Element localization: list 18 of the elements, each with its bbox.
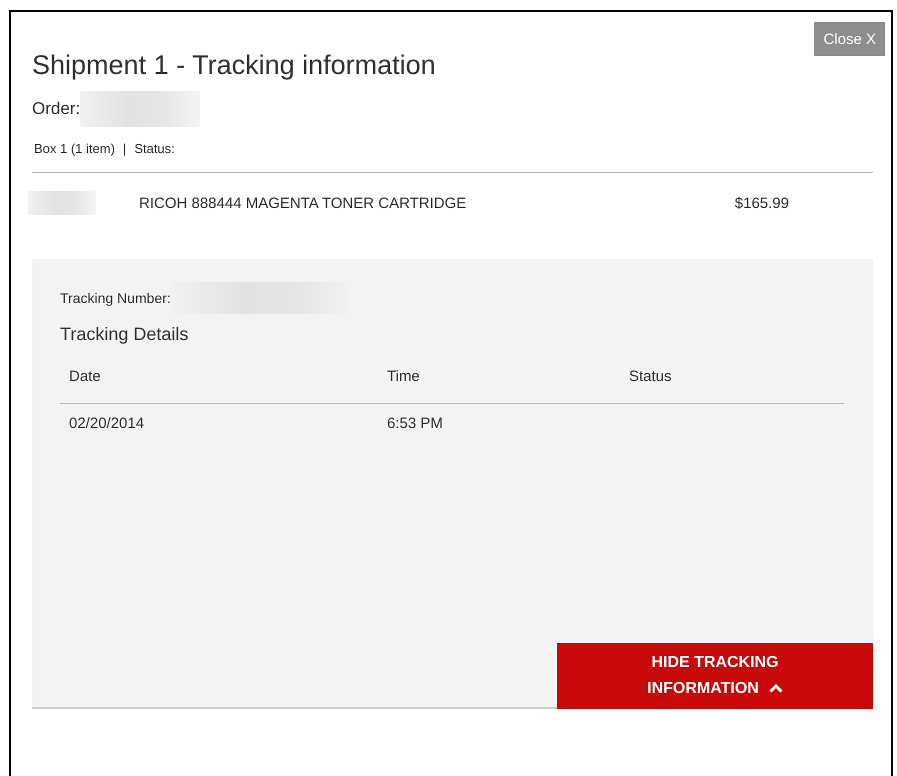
hide-tracking-button[interactable]: HIDE TRACKING INFORMATION — [557, 643, 873, 709]
status-label: Status: — [134, 141, 175, 156]
redacted-block — [28, 191, 96, 215]
box-label: Box 1 (1 item) — [34, 141, 115, 156]
column-header: Status — [629, 368, 673, 385]
item-price: $165.99 — [734, 194, 789, 212]
order-label: Order: — [32, 99, 80, 119]
table-cell-text: 6:53 PM — [387, 415, 444, 432]
chevron-up-icon — [768, 684, 783, 693]
section-heading: Tracking Details — [60, 324, 190, 345]
column-header: Date — [69, 368, 102, 385]
table-cell-text: 02/20/2014 — [69, 415, 146, 432]
close-button[interactable]: Close X — [814, 22, 885, 56]
modal-title: Shipment 1 - Tracking information — [32, 50, 437, 81]
separator: | — [122, 141, 126, 156]
item-name: RICOH 888444 MAGENTA TONER CARTRIDGE — [139, 194, 468, 212]
column-header: Time — [387, 368, 421, 385]
tracking-number-label: Tracking Number: — [60, 290, 171, 306]
